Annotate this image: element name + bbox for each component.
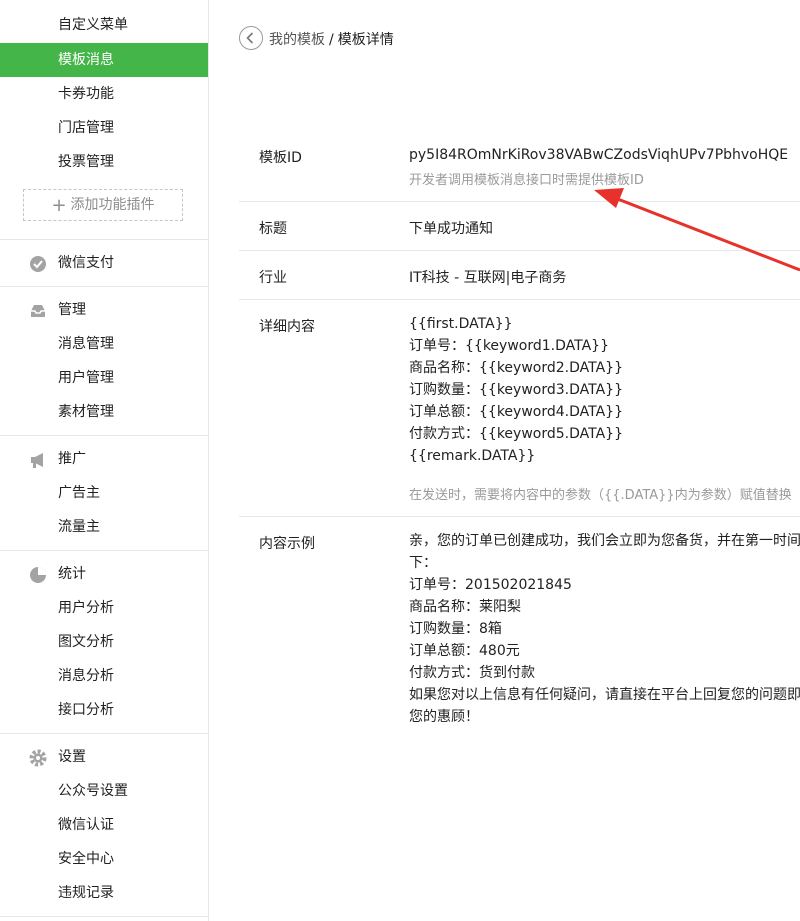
content-line: 订单号：{{keyword1.DATA}} bbox=[409, 338, 609, 354]
content-line: 订购数量：{{keyword3.DATA}} bbox=[409, 382, 623, 398]
content-label: 详细内容 bbox=[259, 319, 315, 335]
section-settings: 设置 bbox=[0, 740, 208, 774]
divider bbox=[0, 239, 208, 240]
template-id-value: py5I84ROmNrKiRov38VABwCZodsViqhUPv7Pbhvo… bbox=[409, 147, 789, 163]
sidebar-item-voting[interactable]: 投票管理 bbox=[0, 145, 208, 179]
breadcrumb: 我的模板 / 模板详情 bbox=[269, 29, 394, 49]
sidebar-item-wechat-verify[interactable]: 微信认证 bbox=[0, 808, 208, 842]
sidebar-item-advertiser[interactable]: 广告主 bbox=[0, 476, 208, 510]
title-value: 下单成功通知 bbox=[409, 221, 493, 237]
industry-value: IT科技 - 互联网|电子商务 bbox=[409, 270, 567, 286]
sidebar: 自定义菜单 模板消息 卡券功能 门店管理 投票管理 + 添加功能插件 微信支付 管… bbox=[0, 0, 209, 921]
section-promote: 推广 bbox=[0, 442, 208, 476]
example-line: 亲，您的订单已创建成功，我们会立即为您备货，并在第一时间 bbox=[409, 533, 800, 549]
row-divider bbox=[239, 299, 800, 300]
sidebar-item-store-management[interactable]: 门店管理 bbox=[0, 111, 208, 145]
add-plugin-label: 添加功能插件 bbox=[70, 197, 155, 213]
sidebar-item-template-message[interactable]: 模板消息 bbox=[0, 43, 208, 77]
row-divider bbox=[239, 516, 800, 517]
gear-icon bbox=[29, 749, 47, 767]
sidebar-item-message-analysis[interactable]: 消息分析 bbox=[0, 659, 208, 693]
inbox-icon bbox=[31, 305, 45, 317]
divider bbox=[0, 916, 208, 917]
template-id-label: 模板ID bbox=[259, 150, 302, 166]
sidebar-item-materials[interactable]: 素材管理 bbox=[0, 395, 208, 429]
divider bbox=[0, 286, 208, 287]
sidebar-item-users[interactable]: 用户管理 bbox=[0, 361, 208, 395]
sidebar-item-security-center[interactable]: 安全中心 bbox=[0, 842, 208, 876]
breadcrumb-separator: / bbox=[329, 32, 334, 48]
section-title: 设置 bbox=[58, 749, 86, 765]
divider bbox=[0, 733, 208, 734]
content-line: {{remark.DATA}} bbox=[409, 448, 536, 464]
content-line: {{first.DATA}} bbox=[409, 316, 513, 332]
sidebar-item-coupons[interactable]: 卡券功能 bbox=[0, 77, 208, 111]
wechat-pay-icon bbox=[30, 256, 46, 272]
divider bbox=[0, 550, 208, 551]
example-line: 如果您对以上信息有任何疑问，请直接在平台上回复您的问题即 bbox=[409, 687, 800, 703]
sidebar-item-account-settings[interactable]: 公众号设置 bbox=[0, 774, 208, 808]
sidebar-item-api-analysis[interactable]: 接口分析 bbox=[0, 693, 208, 727]
add-plugin-button[interactable]: + 添加功能插件 bbox=[23, 189, 183, 221]
sidebar-item-wechat-pay[interactable]: 微信支付 bbox=[0, 246, 208, 280]
example-lines: 亲，您的订单已创建成功，我们会立即为您备货，并在第一时间 下： 订单号：2015… bbox=[409, 530, 800, 728]
megaphone-icon bbox=[31, 453, 43, 468]
sidebar-item-traffic-owner[interactable]: 流量主 bbox=[0, 510, 208, 544]
section-title: 统计 bbox=[58, 566, 86, 582]
content-hint: 在发送时，需要将内容中的参数（{{.DATA}}内为参数）赋值替换 bbox=[409, 488, 792, 503]
pie-chart-icon bbox=[30, 567, 46, 583]
sidebar-item-user-analysis[interactable]: 用户分析 bbox=[0, 591, 208, 625]
example-line: 订单号：201502021845 bbox=[409, 577, 572, 593]
chevron-left-icon bbox=[246, 32, 254, 44]
sidebar-item-article-analysis[interactable]: 图文分析 bbox=[0, 625, 208, 659]
section-title: 推广 bbox=[58, 451, 86, 467]
sidebar-item-custom-menu[interactable]: 自定义菜单 bbox=[0, 8, 208, 42]
sidebar-item-violation-records[interactable]: 违规记录 bbox=[0, 876, 208, 910]
content-line: 付款方式：{{keyword5.DATA}} bbox=[409, 426, 623, 442]
content-line: 订单总额：{{keyword4.DATA}} bbox=[409, 404, 623, 420]
section-stats: 统计 bbox=[0, 557, 208, 591]
example-line: 商品名称：莱阳梨 bbox=[409, 599, 521, 615]
content-line: 商品名称：{{keyword2.DATA}} bbox=[409, 360, 623, 376]
example-line: 您的惠顾！ bbox=[409, 709, 479, 725]
example-line: 下： bbox=[409, 555, 437, 571]
sidebar-item-messages[interactable]: 消息管理 bbox=[0, 327, 208, 361]
back-button[interactable] bbox=[239, 26, 263, 50]
section-title: 管理 bbox=[58, 302, 86, 318]
example-label: 内容示例 bbox=[259, 536, 315, 552]
example-line: 订单总额：480元 bbox=[409, 643, 520, 659]
example-line: 付款方式：货到付款 bbox=[409, 665, 535, 681]
annotation-arrow-icon bbox=[594, 188, 800, 272]
industry-label: 行业 bbox=[259, 270, 287, 286]
divider bbox=[0, 435, 208, 436]
content-lines: {{first.DATA}} 订单号：{{keyword1.DATA}} 商品名… bbox=[409, 313, 623, 467]
sidebar-item-label: 微信支付 bbox=[58, 255, 114, 271]
plus-icon: + bbox=[51, 195, 67, 216]
title-label: 标题 bbox=[259, 221, 287, 237]
example-line: 订购数量：8箱 bbox=[409, 621, 502, 637]
breadcrumb-my-templates[interactable]: 我的模板 bbox=[269, 32, 325, 48]
section-manage: 管理 bbox=[0, 293, 208, 327]
breadcrumb-current: 模板详情 bbox=[337, 32, 394, 48]
